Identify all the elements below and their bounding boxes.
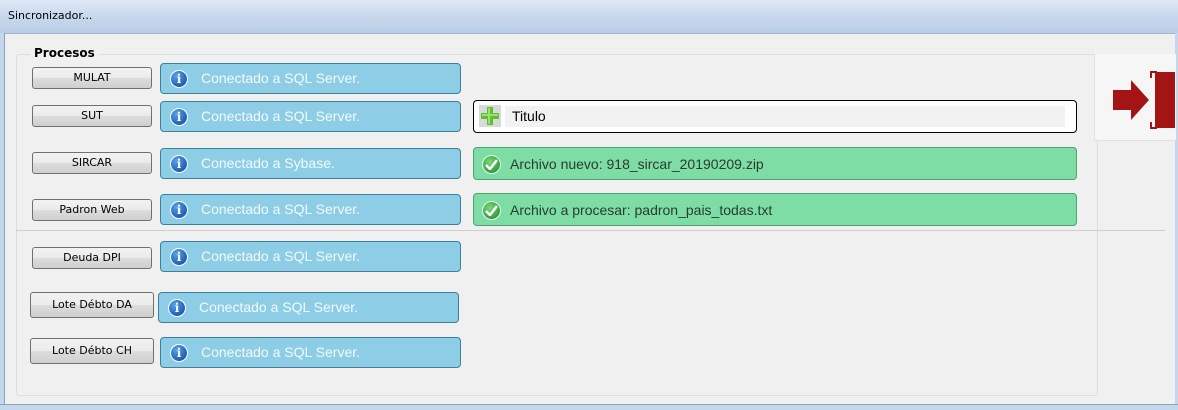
status-text: Conectado a SQL Server.: [199, 299, 359, 315]
deuda-dpi-button[interactable]: Deuda DPI: [32, 247, 152, 269]
sut-button[interactable]: SUT: [32, 105, 152, 127]
group-title: Procesos: [30, 46, 99, 60]
padron-web-status: i Conectado a SQL Server.: [160, 194, 461, 225]
deuda-dpi-status: i Conectado a SQL Server.: [160, 241, 461, 272]
info-icon: i: [170, 201, 188, 219]
title-input-area: [505, 106, 1065, 127]
info-icon: i: [170, 108, 188, 126]
info-icon: i: [170, 155, 188, 173]
lote-debto-ch-button[interactable]: Lote Débto CH: [30, 338, 154, 364]
lote-debto-da-button[interactable]: Lote Débto DA: [30, 292, 154, 318]
check-icon: [482, 155, 501, 174]
status-text: Conectado a SQL Server.: [201, 70, 361, 86]
info-icon: i: [170, 70, 188, 88]
status-text: Conectado a SQL Server.: [201, 201, 361, 217]
status-text: Conectado a SQL Server.: [201, 344, 361, 360]
info-icon: i: [168, 299, 186, 317]
title-bar: Sincronizador...: [0, 0, 1178, 34]
title-message-box: Titulo: [473, 100, 1077, 133]
window-title: Sincronizador...: [8, 9, 93, 22]
padron-message-text: Archivo a procesar: padron_pais_todas.tx…: [510, 202, 773, 218]
mulat-button[interactable]: MULAT: [32, 67, 152, 89]
status-text: Conectado a SQL Server.: [201, 108, 361, 124]
mulat-status: i Conectado a SQL Server.: [160, 63, 461, 94]
padron-message-box: Archivo a procesar: padron_pais_todas.tx…: [473, 193, 1077, 226]
status-text: Conectado a SQL Server.: [201, 248, 361, 264]
sircar-status: i Conectado a Sybase.: [160, 148, 461, 179]
status-text: Conectado a Sybase.: [201, 155, 335, 171]
info-icon: i: [170, 248, 188, 266]
sircar-message-box: Archivo nuevo: 918_sircar_20190209.zip: [473, 147, 1077, 180]
title-text: Titulo: [512, 108, 546, 124]
info-icon: i: [170, 344, 188, 362]
exit-panel: [1094, 54, 1176, 141]
sircar-button[interactable]: SIRCAR: [32, 152, 152, 174]
lote-debto-ch-status: i Conectado a SQL Server.: [160, 337, 461, 368]
check-icon: [482, 201, 501, 220]
lote-debto-da-status: i Conectado a SQL Server.: [158, 292, 459, 323]
plus-icon: [479, 105, 501, 127]
window-border-left: [0, 33, 5, 410]
padron-web-button[interactable]: Padron Web: [32, 199, 152, 221]
sircar-message-text: Archivo nuevo: 918_sircar_20190209.zip: [510, 156, 764, 172]
separator-line: [16, 230, 1165, 231]
exit-door-icon[interactable]: [1111, 70, 1177, 130]
window-border-bottom: [0, 404, 1178, 410]
sut-status: i Conectado a SQL Server.: [160, 101, 461, 132]
